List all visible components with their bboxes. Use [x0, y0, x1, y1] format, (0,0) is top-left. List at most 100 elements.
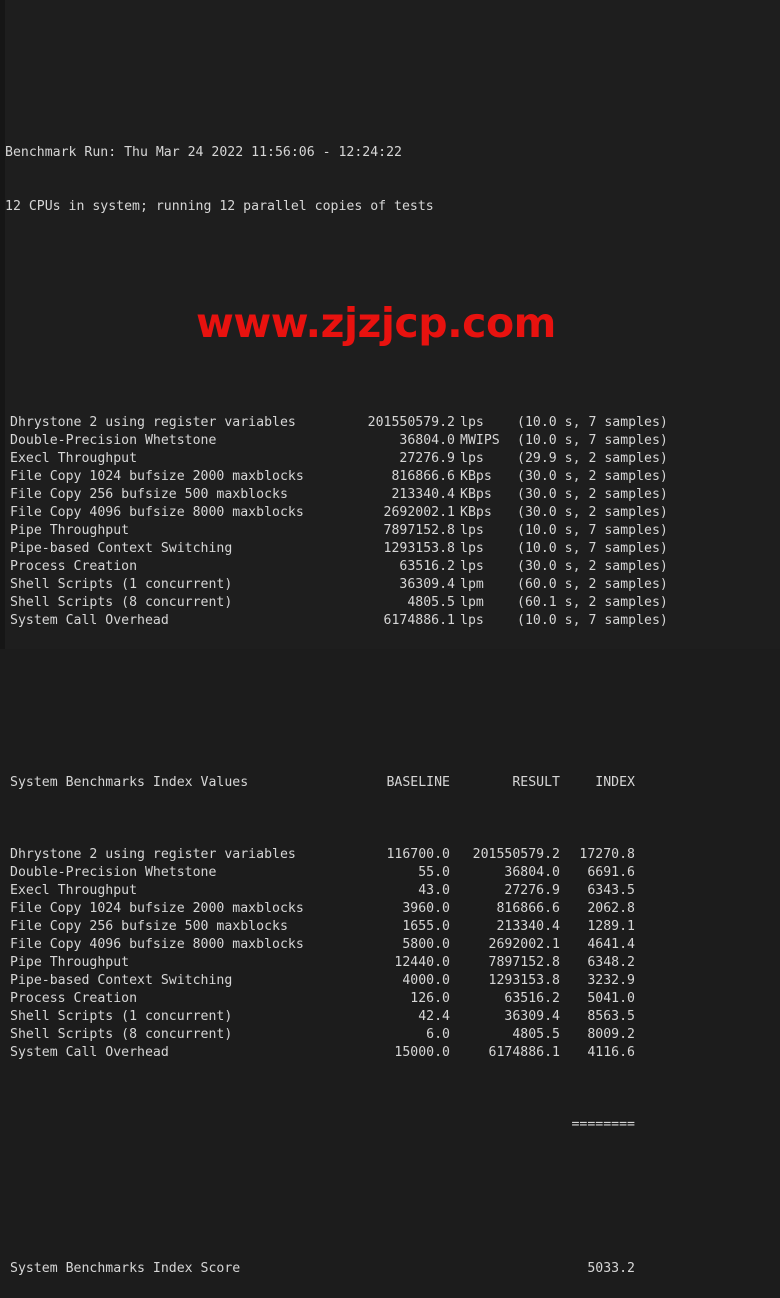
index-benchmark-name: System Call Overhead — [10, 1045, 169, 1060]
index-result: 213340.4 — [496, 919, 560, 934]
benchmark-result-row: Dhrystone 2 using register variables 2015… — [5, 414, 780, 432]
benchmark-timing: (29.9 s, 2 samples) — [517, 451, 668, 466]
benchmark-value: 36804.0 — [399, 433, 455, 448]
index-result: 201550579.2 — [472, 847, 560, 862]
index-value-row: System Call Overhead 15000.0 6174886.1 4116… — [5, 1044, 780, 1062]
index-value-row: Pipe-based Context Switching 4000.0 129315… — [5, 972, 780, 990]
benchmark-value: 7897152.8 — [383, 523, 455, 538]
benchmark-unit: lpm — [460, 595, 484, 610]
index-values-table: Dhrystone 2 using register variables 1167… — [5, 846, 780, 1062]
index-value-row: Dhrystone 2 using register variables 1167… — [5, 846, 780, 864]
index-index: 8009.2 — [587, 1027, 635, 1042]
index-result: 816866.6 — [496, 901, 560, 916]
score-separator-row: ======== — [5, 1116, 780, 1134]
index-value-row: Execl Throughput 43.0 27276.9 6343.5 — [5, 882, 780, 900]
benchmark-unit: lps — [460, 451, 484, 466]
index-benchmark-name: Execl Throughput — [10, 883, 138, 898]
index-index: 6691.6 — [587, 865, 635, 880]
benchmark-timing: (30.0 s, 2 samples) — [517, 505, 668, 520]
index-baseline: 55.0 — [418, 865, 450, 880]
benchmark-timing: (10.0 s, 7 samples) — [517, 415, 668, 430]
benchmark-value: 36309.4 — [399, 577, 455, 592]
index-value-row: File Copy 4096 bufsize 8000 maxblocks 580… — [5, 936, 780, 954]
benchmark-unit: lps — [460, 415, 484, 430]
benchmark-timing: (10.0 s, 7 samples) — [517, 523, 668, 538]
index-baseline: 4000.0 — [402, 973, 450, 988]
index-baseline: 43.0 — [418, 883, 450, 898]
benchmark-timing: (30.0 s, 2 samples) — [517, 469, 668, 484]
index-benchmark-name: Shell Scripts (8 concurrent) — [10, 1027, 233, 1042]
benchmark-timing: (10.0 s, 7 samples) — [517, 541, 668, 556]
index-benchmark-name: Shell Scripts (1 concurrent) — [10, 1009, 233, 1024]
index-baseline: 3960.0 — [402, 901, 450, 916]
benchmark-unit: lps — [460, 613, 484, 628]
index-result: 2692002.1 — [488, 937, 560, 952]
benchmark-unit: MWIPS — [460, 433, 500, 448]
benchmark-timing: (10.0 s, 7 samples) — [517, 433, 668, 448]
benchmark-unit: lps — [460, 523, 484, 538]
score-separator: ======== — [571, 1117, 635, 1132]
index-value-row: Pipe Throughput 12440.0 7897152.8 6348.2 — [5, 954, 780, 972]
total-score-row: System Benchmarks Index Score 5033.2 — [5, 1260, 780, 1278]
index-index: 4116.6 — [587, 1045, 635, 1060]
benchmark-timing: (30.0 s, 2 samples) — [517, 559, 668, 574]
index-baseline: 15000.0 — [394, 1045, 450, 1060]
index-result: 6174886.1 — [488, 1045, 560, 1060]
benchmark-result-row: Execl Throughput 27276.9 lps (29.9 s, 2 sam… — [5, 450, 780, 468]
benchmark-value: 213340.4 — [391, 487, 455, 502]
benchmark-value: 6174886.1 — [383, 613, 455, 628]
benchmark-timing: (60.0 s, 2 samples) — [517, 577, 668, 592]
terminal-screen[interactable]: Benchmark Run: Thu Mar 24 2022 11:56:06 … — [5, 0, 780, 1276]
index-values-title: System Benchmarks Index Values — [10, 775, 249, 790]
benchmark-result-row: Pipe-based Context Switching 1293153.8 lps… — [5, 540, 780, 558]
index-value-row: Double-Precision Whetstone 55.0 36804.0 669… — [5, 864, 780, 882]
terminal-window: ----------------------------------------… — [0, 0, 780, 1276]
benchmark-value: 27276.9 — [399, 451, 455, 466]
index-value-row: Shell Scripts (1 concurrent) 42.4 36309.4 8… — [5, 1008, 780, 1026]
index-baseline: 116700.0 — [386, 847, 450, 862]
column-header-index: INDEX — [595, 775, 635, 790]
index-index: 1289.1 — [587, 919, 635, 934]
index-value-row: File Copy 256 bufsize 500 maxblocks 1655.… — [5, 918, 780, 936]
index-result: 36309.4 — [504, 1009, 560, 1024]
index-values-header-row: System Benchmarks Index Values BASELINE … — [5, 774, 780, 792]
index-benchmark-name: Pipe-based Context Switching — [10, 973, 233, 988]
index-result: 7897152.8 — [488, 955, 560, 970]
index-index: 8563.5 — [587, 1009, 635, 1024]
index-baseline: 12440.0 — [394, 955, 450, 970]
benchmark-result-row: System Call Overhead 6174886.1 lps (10.0 s,… — [5, 612, 780, 630]
index-result: 1293153.8 — [488, 973, 560, 988]
column-header-result: RESULT — [512, 775, 560, 790]
index-index: 17270.8 — [579, 847, 635, 862]
index-baseline: 5800.0 — [402, 937, 450, 952]
benchmark-value: 816866.6 — [391, 469, 455, 484]
index-baseline: 1655.0 — [402, 919, 450, 934]
benchmark-value: 2692002.1 — [383, 505, 455, 520]
index-benchmark-name: Double-Precision Whetstone — [10, 865, 217, 880]
index-benchmark-name: File Copy 256 bufsize 500 maxblocks — [10, 919, 288, 934]
index-result: 4805.5 — [512, 1027, 560, 1042]
benchmark-result-row: File Copy 4096 bufsize 8000 maxblocks 269… — [5, 504, 780, 522]
index-value-row: File Copy 1024 bufsize 2000 maxblocks 396… — [5, 900, 780, 918]
benchmark-result-row: Double-Precision Whetstone 36804.0 MWIPS (1… — [5, 432, 780, 450]
benchmark-value: 4805.5 — [407, 595, 455, 610]
benchmark-name: System Call Overhead — [10, 613, 169, 628]
index-index: 4641.4 — [587, 937, 635, 952]
benchmark-result-row: Shell Scripts (1 concurrent) 36309.4 lpm (6… — [5, 576, 780, 594]
benchmark-unit: KBps — [460, 487, 492, 502]
total-score-label: System Benchmarks Index Score — [10, 1261, 241, 1276]
index-benchmark-name: Process Creation — [10, 991, 138, 1006]
benchmark-value: 63516.2 — [399, 559, 455, 574]
benchmark-result-row: Pipe Throughput 7897152.8 lps (10.0 s, 7 sa… — [5, 522, 780, 540]
index-index: 6348.2 — [587, 955, 635, 970]
benchmark-name: Pipe Throughput — [10, 523, 130, 538]
benchmark-run-header: Benchmark Run: Thu Mar 24 2022 11:56:06 … — [5, 145, 402, 160]
benchmark-value: 1293153.8 — [383, 541, 455, 556]
index-index: 6343.5 — [587, 883, 635, 898]
index-baseline: 6.0 — [426, 1027, 450, 1042]
